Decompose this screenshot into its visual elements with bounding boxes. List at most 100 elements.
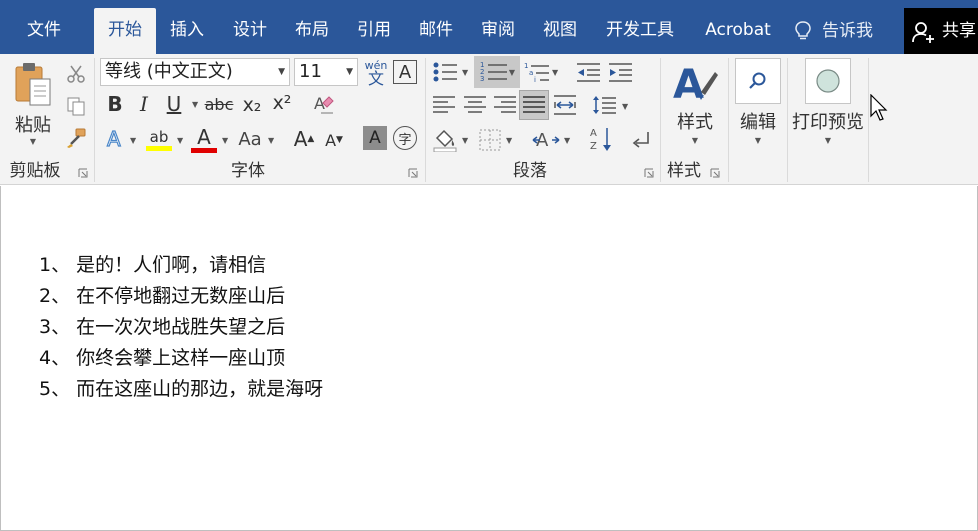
tab-layout[interactable]: 布局 [282, 8, 342, 54]
chevron-down-icon[interactable]: ▼ [564, 136, 570, 145]
align-center-icon [464, 96, 486, 113]
phonetic-char: 文 [367, 68, 384, 88]
numbering-button[interactable]: 1 2 3 ▼ [474, 56, 520, 88]
line-spacing-icon [593, 96, 616, 114]
dialog-launcher-icon[interactable] [644, 168, 654, 178]
dialog-launcher-icon[interactable] [408, 168, 418, 178]
enclose-characters-button[interactable]: 字 [393, 126, 417, 150]
svg-text:3: 3 [480, 75, 484, 83]
underline-button[interactable]: U [162, 92, 186, 116]
strikethrough-button[interactable]: abc [204, 92, 234, 116]
phonetic-guide-button[interactable]: wén 文 [362, 58, 390, 88]
sort-button[interactable]: A Z [588, 124, 614, 154]
shading-button[interactable] [430, 126, 460, 154]
change-case-button[interactable]: Aa [234, 126, 266, 152]
print-preview-button[interactable]: 打印预览 ▼ [790, 58, 866, 154]
cut-button[interactable] [64, 62, 88, 86]
outdent-icon [577, 63, 600, 82]
grow-font-button[interactable]: A ▲ [292, 126, 316, 152]
editing-icon-box [735, 58, 781, 104]
tab-developer[interactable]: 开发工具 [594, 8, 686, 54]
chevron-down-icon[interactable]: ▼ [552, 68, 558, 77]
svg-text:A: A [673, 62, 704, 106]
chevron-down-icon[interactable]: ▼ [462, 68, 468, 77]
tab-design[interactable]: 设计 [220, 8, 280, 54]
align-right-button[interactable] [491, 92, 519, 118]
justify-button[interactable] [519, 90, 549, 120]
paste-button[interactable]: 粘贴 ▼ [8, 58, 58, 148]
chevron-down-icon[interactable]: ▼ [509, 68, 515, 77]
scissors-icon [67, 65, 85, 83]
borders-button[interactable] [476, 126, 504, 154]
tab-acrobat[interactable]: Acrobat [694, 8, 782, 54]
print-preview-icon-box [805, 58, 851, 104]
multilevel-list-button[interactable]: 1 a i [522, 58, 552, 86]
bullets-button[interactable] [430, 58, 460, 86]
chevron-down-icon[interactable]: ▼ [462, 136, 468, 145]
bold-button[interactable]: B [104, 92, 126, 116]
increase-indent-button[interactable] [606, 58, 634, 86]
borders-icon [479, 129, 501, 151]
character-shading-button[interactable]: A [363, 126, 387, 150]
tab-mailings[interactable]: 邮件 [406, 8, 466, 54]
enclose-char-glyph: 字 [398, 132, 412, 148]
share-button[interactable]: 共享 [904, 8, 978, 54]
font-name-combo[interactable]: 等线 (中文正文) ▼ [100, 58, 290, 86]
chevron-down-icon[interactable]: ▼ [130, 136, 136, 145]
align-center-button[interactable] [461, 92, 489, 118]
tell-me-search[interactable]: 告诉我 [794, 8, 873, 54]
list-item: 2、 在不停地翻过无数座山后 [39, 285, 286, 307]
copy-button[interactable] [64, 94, 88, 118]
chevron-down-icon[interactable]: ▼ [346, 59, 353, 85]
tab-references[interactable]: 引用 [344, 8, 404, 54]
line-spacing-button[interactable] [590, 92, 618, 118]
chevron-down-icon[interactable]: ▼ [222, 136, 228, 145]
svg-text:i: i [534, 76, 536, 83]
tab-file[interactable]: 文件 [12, 8, 76, 54]
chevron-down-icon[interactable]: ▼ [192, 100, 198, 109]
tab-home[interactable]: 开始 [94, 8, 156, 54]
highlight-glyph: ab [149, 127, 169, 146]
ribbon-home: 粘贴 ▼ 剪贴板 等线 (中文正文) ▼ 11 ▼ wén 文 A B I U … [0, 54, 978, 185]
distributed-icon [554, 95, 576, 115]
styles-button[interactable]: A 样式 ▼ [666, 58, 724, 154]
italic-button[interactable]: I [134, 92, 154, 116]
show-hide-marks-button[interactable] [628, 126, 654, 154]
chevron-down-icon[interactable]: ▼ [622, 102, 628, 111]
font-color-button[interactable]: A [190, 124, 218, 154]
character-border-button[interactable]: A [393, 60, 417, 84]
clear-formatting-button[interactable]: A [310, 92, 336, 116]
text-highlight-button[interactable]: ab [144, 124, 174, 154]
editing-button[interactable]: 编辑 ▼ [732, 58, 784, 154]
group-separator [787, 58, 788, 182]
multilevel-list-icon: 1 a i [524, 62, 549, 83]
chevron-down-icon[interactable]: ▼ [506, 136, 512, 145]
superscript-button[interactable]: x² [270, 90, 294, 116]
person-add-icon [912, 22, 934, 43]
format-painter-button[interactable] [64, 126, 88, 150]
dialog-launcher-icon[interactable] [710, 168, 720, 178]
shrink-font-button[interactable]: A ▼ [322, 128, 346, 152]
font-color-bar [191, 147, 217, 153]
dialog-launcher-icon[interactable] [78, 168, 88, 178]
subscript-button[interactable]: x₂ [240, 92, 264, 118]
chinese-layout-button[interactable]: A [530, 126, 562, 154]
decrease-indent-button[interactable] [574, 58, 602, 86]
document-page[interactable]: 1、 是的！人们啊，请相信 2、 在不停地翻过无数座山后 3、 在一次次地战胜失… [0, 186, 978, 531]
font-name-value: 等线 (中文正文) [105, 61, 233, 82]
align-left-button[interactable] [430, 92, 458, 118]
tab-view[interactable]: 视图 [530, 8, 590, 54]
chevron-down-icon[interactable]: ▼ [177, 136, 183, 145]
font-size-combo[interactable]: 11 ▼ [294, 58, 358, 86]
grow-font-glyph: A [293, 127, 308, 151]
distributed-button[interactable] [551, 92, 579, 118]
chevron-down-icon[interactable]: ▼ [268, 136, 274, 145]
styles-icon: A [673, 62, 718, 106]
text-effects-button[interactable]: A [104, 126, 128, 152]
font-color-glyph: A [197, 124, 211, 149]
chevron-down-icon[interactable]: ▼ [278, 59, 285, 85]
svg-text:A: A [107, 127, 121, 151]
tab-insert[interactable]: 插入 [158, 8, 216, 54]
ribbon-tab-bar: 文件 开始 插入 设计 布局 引用 邮件 审阅 视图 开发工具 Acrobat … [0, 0, 978, 54]
tab-review[interactable]: 审阅 [468, 8, 528, 54]
